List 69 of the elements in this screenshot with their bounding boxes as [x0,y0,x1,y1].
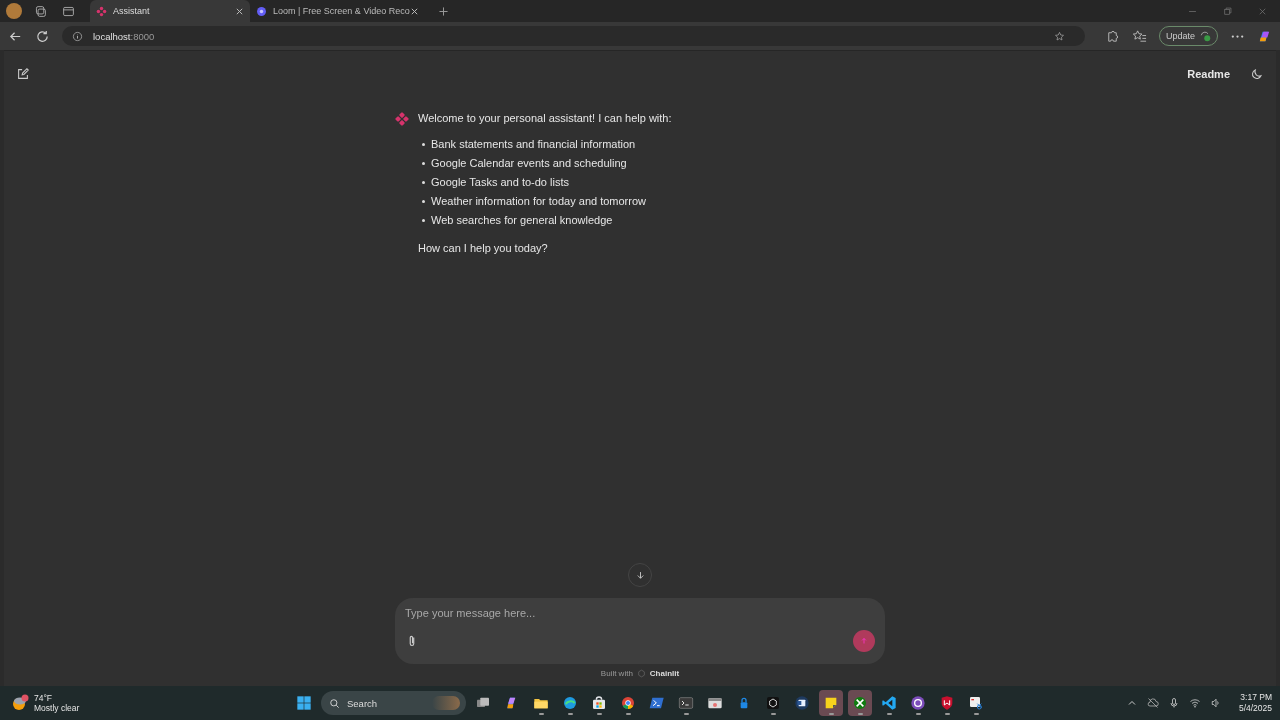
browser-tab[interactable]: Loom | Free Screen & Video Reco [250,0,425,22]
xbox-icon [852,695,868,711]
scissors-icon [968,695,984,711]
search-icon [329,697,340,709]
footer-brand: Chainlit [649,669,680,678]
clock[interactable]: 3:17 PM 5/4/2025 [1238,692,1272,714]
new-tab-icon[interactable] [436,4,450,18]
message-text: Welcome to your personal assistant! I can help with: [418,111,672,125]
list-item: Bank statements and financial information [431,137,636,151]
taskbar-search-field[interactable]: Search [321,691,466,715]
new-chat-icon[interactable] [16,67,30,81]
wifi-icon[interactable] [1188,697,1201,709]
moon-icon[interactable] [1250,67,1264,81]
favicon-icon [256,5,267,17]
refresh-icon[interactable] [35,28,50,44]
favorites-icon[interactable] [1131,28,1147,44]
window-icon [707,695,723,711]
round-browser-icon [620,695,636,711]
list-item: Google Calendar events and scheduling [431,156,627,170]
terminal-icon [678,695,694,711]
weather-temperature: 74°F [34,693,54,703]
tab-actions-icon[interactable] [62,4,75,18]
globe-icon [562,695,578,711]
favicon-icon [96,5,107,17]
footer-text: Built with [600,669,633,678]
workspaces-icon[interactable] [34,4,47,18]
bullet-icon [422,180,425,184]
url-host: localhost [93,30,131,42]
list-item: Google Tasks and to-do lists [431,175,569,189]
info-icon[interactable] [72,30,83,42]
shopping-bag-icon [591,695,607,711]
arrow-up-icon [859,636,869,646]
bullet-icon [422,199,425,203]
message-text: How can I help you today? [418,241,549,255]
address-bar[interactable]: localhost:8000 [62,26,1085,46]
list-item: Web searches for general knowledge [431,213,613,227]
browser-tab[interactable]: Assistant [90,0,250,22]
weather-condition: Mostly clear [34,703,80,713]
tab-title: Loom | Free Screen & Video Reco [273,6,410,16]
bullet-icon [422,218,425,222]
close-tab-icon[interactable] [235,6,244,16]
speaker-icon[interactable] [1209,697,1222,709]
restore-icon[interactable] [1222,5,1233,17]
code-editor-icon [881,695,897,711]
chainlit-logo-icon [636,669,646,678]
shield-icon [939,695,955,711]
bullet-icon [422,142,425,146]
search-highlight-drawing [432,696,460,710]
taskbar-app-button[interactable] [819,690,843,716]
close-tab-icon[interactable] [409,6,419,16]
readme-link[interactable]: Readme [1187,68,1230,80]
cloud-off-icon[interactable] [1146,697,1159,709]
bullet-icon [422,161,425,165]
favorite-star-icon[interactable] [1053,30,1065,42]
assistant-logo-icon [395,112,409,126]
shell-prompt-icon [649,695,665,711]
list-item: Weather information for today and tomorrow [431,194,646,208]
windows-logo-icon [296,695,312,711]
url-port: :8000 [130,30,155,42]
cube-icon [765,695,781,711]
search-placeholder: Search [347,697,379,709]
microphone-icon[interactable] [1167,697,1180,709]
message-input[interactable]: Type your message here... [405,606,873,620]
sticky-note-icon [823,695,839,711]
weather-icon[interactable] [10,693,30,713]
update-icon [1199,30,1211,42]
tab-title: Assistant [113,6,151,16]
taskbar-app-button[interactable] [848,690,872,716]
profile-avatar[interactable] [6,3,22,19]
